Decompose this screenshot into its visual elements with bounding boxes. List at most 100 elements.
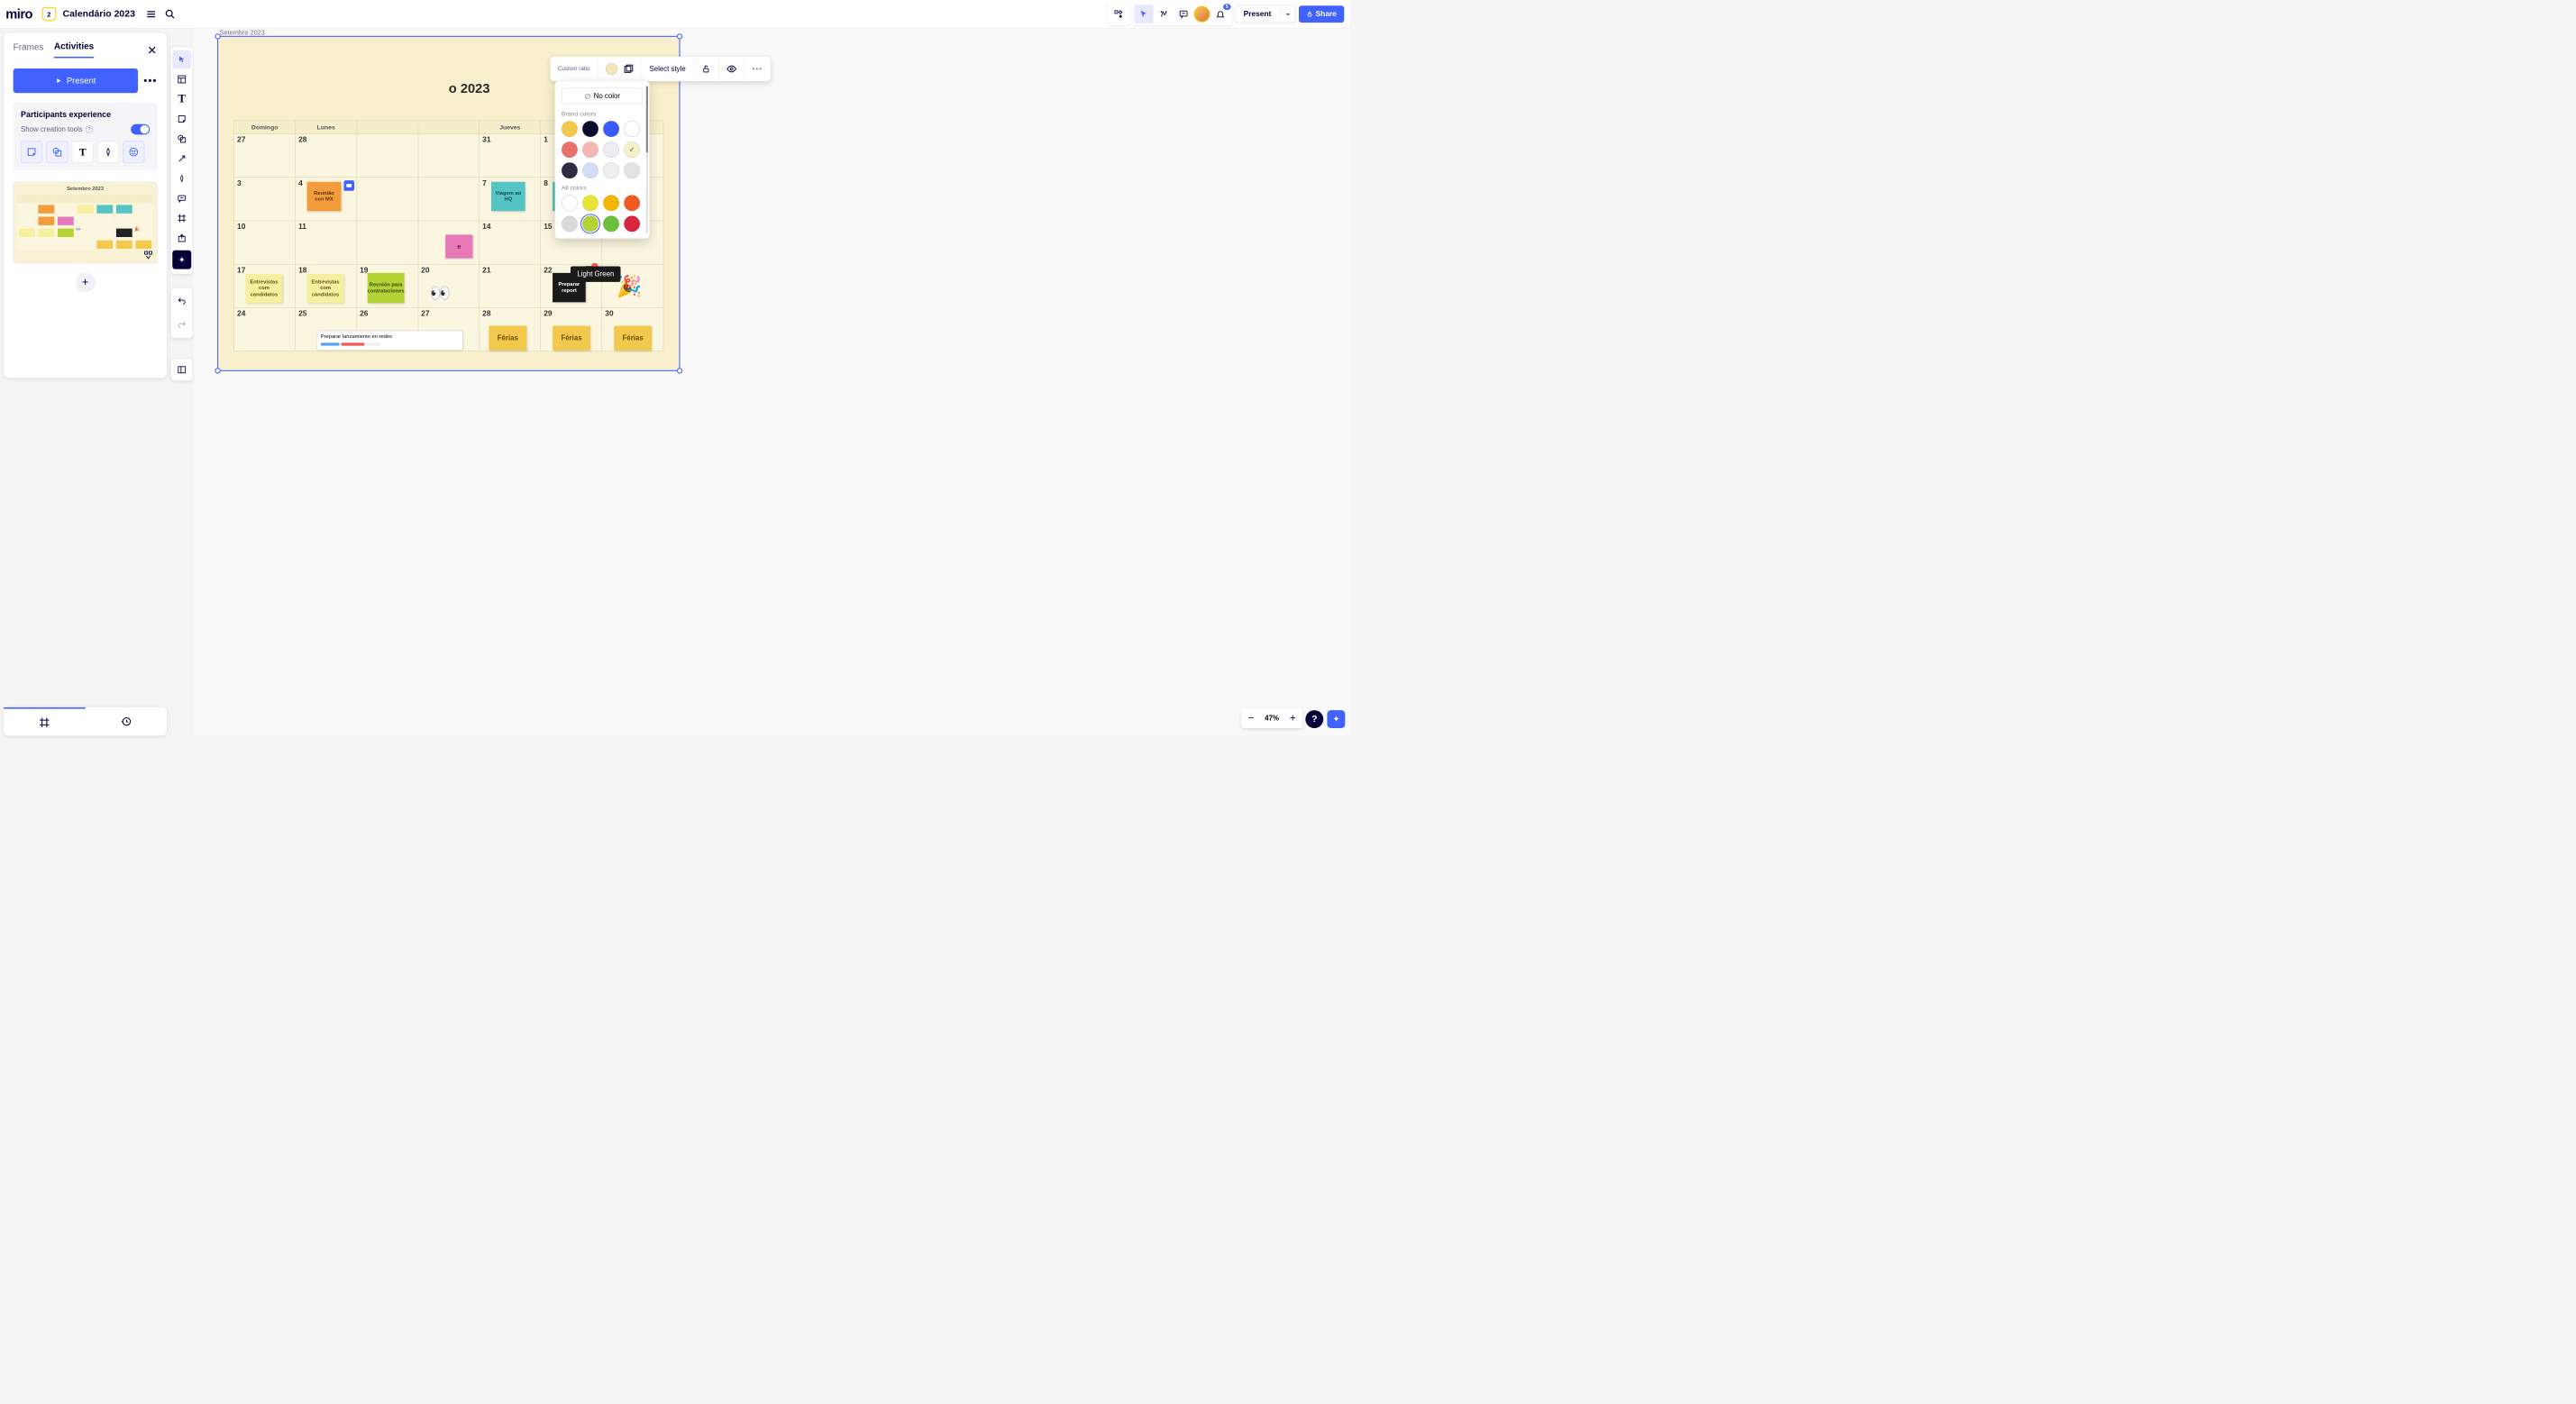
sticky-note[interactable]: Entrevistas com candidatos — [307, 274, 344, 303]
color-swatch[interactable] — [582, 215, 598, 232]
shape-tool[interactable] — [46, 141, 68, 163]
task-card[interactable]: Preparar lanzamiento en redes — [316, 331, 462, 351]
color-swatch[interactable] — [562, 195, 578, 211]
apps-icon[interactable]: + — [1109, 5, 1128, 23]
more-options-icon[interactable]: ••• — [143, 75, 157, 87]
redo-icon[interactable] — [172, 315, 191, 334]
frame-label[interactable]: Setembro 2023 — [220, 28, 265, 35]
color-swatch[interactable] — [562, 215, 578, 232]
sticky-note[interactable]: Viagem ao HQ — [491, 182, 525, 211]
color-swatch[interactable] — [603, 141, 619, 158]
color-swatch[interactable] — [562, 121, 578, 137]
undo-icon[interactable] — [172, 292, 191, 311]
calendar-cell[interactable]: 28 — [296, 134, 357, 178]
plan-badge[interactable]: 2 — [41, 7, 56, 22]
zoom-out-button[interactable]: − — [1243, 710, 1259, 726]
popover-scrollbar[interactable] — [646, 86, 648, 233]
calendar-cell[interactable]: 11 — [296, 221, 357, 264]
user-avatar[interactable] — [1194, 6, 1210, 23]
calendar-cell[interactable] — [418, 178, 480, 221]
calendar-cell[interactable] — [357, 178, 418, 221]
color-swatch[interactable] — [582, 162, 598, 178]
thumb-action-icon[interactable] — [143, 251, 152, 260]
ratio-button[interactable]: Custom ratio — [550, 57, 598, 81]
calendar-cell[interactable]: 10 — [234, 221, 296, 264]
color-swatch[interactable] — [582, 195, 598, 211]
templates-tool[interactable] — [172, 70, 191, 89]
history-mode-icon[interactable] — [86, 707, 167, 735]
comment-tool[interactable] — [172, 189, 191, 208]
more-tools[interactable]: ✦ — [172, 251, 191, 269]
color-swatch[interactable] — [624, 162, 640, 178]
calendar-cell[interactable]: 27 — [234, 134, 296, 178]
color-swatch[interactable] — [603, 162, 619, 178]
frame-tool[interactable] — [172, 209, 191, 228]
add-frame-button[interactable]: + — [76, 272, 96, 292]
help-icon[interactable]: ? — [86, 125, 93, 132]
search-icon[interactable] — [160, 5, 179, 23]
sticky-note-tool[interactable] — [172, 110, 191, 129]
text-tool[interactable]: T — [172, 90, 191, 109]
tab-frames[interactable]: Frames — [14, 42, 44, 58]
calendar-cell[interactable]: 21 — [480, 264, 541, 307]
select-tool[interactable] — [172, 50, 191, 69]
creation-tools-toggle[interactable] — [131, 124, 150, 135]
zoom-level[interactable]: 47% — [1261, 715, 1283, 723]
main-menu-icon[interactable] — [142, 5, 160, 23]
present-main-button[interactable]: Present — [14, 68, 138, 93]
color-swatch[interactable] — [603, 195, 619, 211]
ai-button[interactable]: ✦ — [1327, 710, 1345, 728]
select-style-button[interactable]: Select style — [642, 57, 693, 81]
color-swatch[interactable] — [562, 162, 578, 178]
pen-tool[interactable] — [172, 169, 191, 188]
eyes-sticker[interactable]: 👀 — [430, 283, 451, 303]
reactions-icon[interactable] — [1155, 5, 1174, 23]
sticky-tool[interactable] — [21, 141, 42, 163]
visibility-icon[interactable] — [718, 57, 744, 81]
notifications-icon[interactable]: 5 — [1210, 5, 1229, 23]
color-swatch[interactable] — [603, 215, 619, 232]
cursor-tool-icon[interactable] — [1135, 5, 1154, 23]
collapse-panel-icon[interactable] — [171, 359, 193, 380]
sticky-note[interactable]: Férias — [614, 326, 652, 351]
color-swatch[interactable] — [562, 141, 578, 158]
comment-pin-icon[interactable] — [343, 180, 354, 191]
calendar-cell[interactable]: 31 — [480, 134, 541, 178]
arrow-tool[interactable] — [172, 150, 191, 169]
color-swatch[interactable] — [624, 215, 640, 232]
sticky-note[interactable]: Reunión para contrataciones — [368, 273, 405, 304]
text-tool[interactable]: T — [72, 141, 94, 163]
calendar-cell[interactable]: 24 — [234, 307, 296, 351]
sticky-note[interactable]: Entrevistas com candidatos — [245, 274, 282, 303]
color-swatch[interactable] — [603, 121, 619, 137]
share-button[interactable]: Share — [1299, 5, 1345, 23]
sticky-note[interactable]: Férias — [489, 326, 526, 351]
pen-tool[interactable] — [97, 141, 119, 163]
no-color-button[interactable]: No color — [562, 87, 643, 104]
frames-mode-icon[interactable] — [4, 707, 85, 735]
emoji-tool[interactable] — [123, 141, 144, 163]
calendar-cell[interactable] — [357, 134, 418, 178]
color-swatch[interactable] — [582, 121, 598, 137]
unlock-icon[interactable] — [694, 57, 719, 81]
calendar-cell[interactable]: 14 — [480, 221, 541, 264]
sticky-note[interactable]: Reunião con MX — [307, 182, 342, 211]
shape-tool[interactable] — [172, 130, 191, 149]
sticky-note[interactable]: e — [445, 234, 472, 258]
fill-color-button[interactable] — [598, 57, 642, 81]
color-swatch[interactable] — [624, 141, 640, 158]
close-panel-icon[interactable] — [147, 45, 158, 56]
frame-thumbnail[interactable]: Setembro 2023 👀🎉 — [14, 182, 158, 263]
comments-icon[interactable] — [1174, 5, 1193, 23]
color-swatch[interactable] — [624, 121, 640, 137]
color-swatch[interactable] — [624, 195, 640, 211]
upload-tool[interactable] — [172, 229, 191, 248]
board-title[interactable]: Calendário 2023 — [63, 8, 135, 19]
help-button[interactable]: ? — [1305, 710, 1323, 728]
more-icon[interactable]: ••• — [744, 57, 770, 81]
calendar-cell[interactable] — [357, 221, 418, 264]
present-button[interactable]: Present — [1235, 6, 1280, 23]
calendar-cell[interactable] — [418, 134, 480, 178]
calendar-cell[interactable]: 3 — [234, 178, 296, 221]
color-swatch[interactable] — [582, 141, 598, 158]
